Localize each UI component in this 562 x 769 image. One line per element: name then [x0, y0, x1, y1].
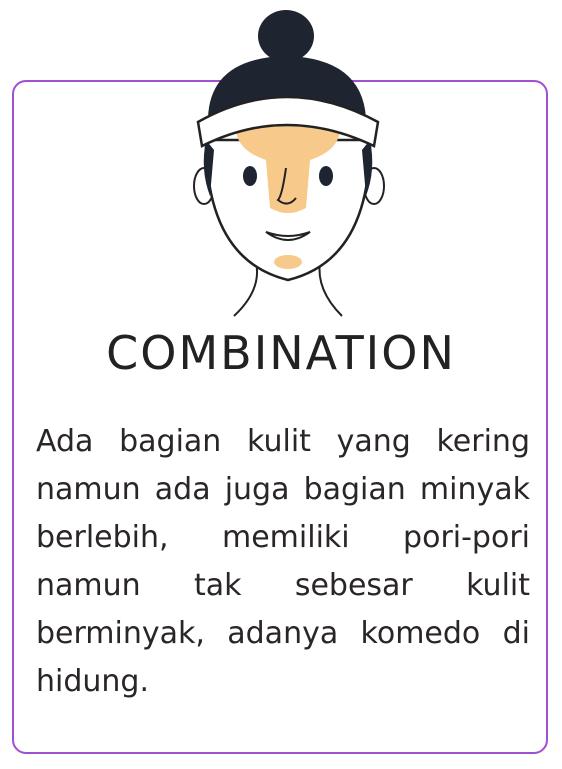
- skin-type-title: COMBINATION: [106, 326, 456, 380]
- face-illustration: [193, 10, 385, 317]
- page: COMBINATION Ada bagian kulit yang kering…: [0, 0, 562, 769]
- skin-type-description: Ada bagian kulit yang kering namun ada j…: [36, 424, 530, 699]
